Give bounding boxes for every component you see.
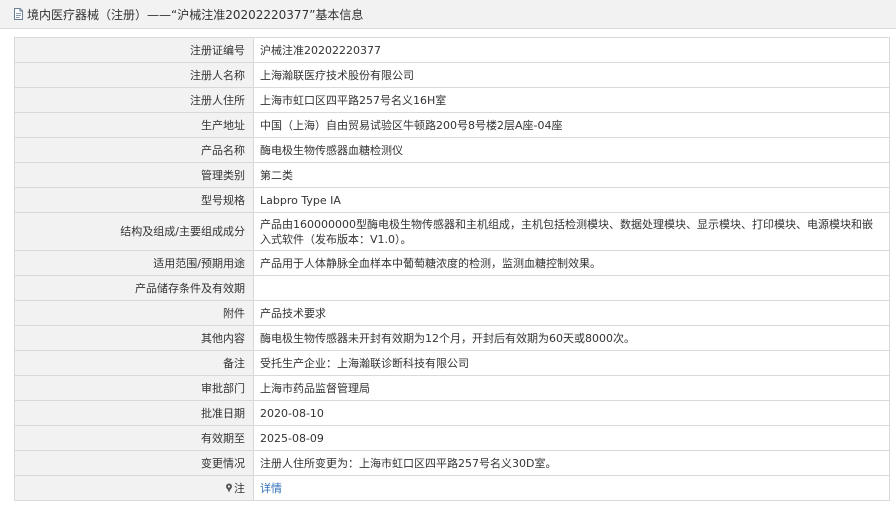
row-label: 产品储存条件及有效期 [14, 275, 254, 301]
note-label-cell: 注 [14, 475, 254, 501]
row-value: 上海市虹口区四平路257号名义16H室 [253, 87, 890, 113]
row-label: 生产地址 [14, 112, 254, 138]
document-icon [14, 8, 23, 20]
detail-table: 注册证编号 沪械注准20202220377 注册人名称 上海瀚联医疗技术股份有限… [14, 37, 890, 501]
table-row: 产品储存条件及有效期 [14, 275, 890, 301]
table-row: 附件 产品技术要求 [14, 300, 890, 326]
row-label: 批准日期 [14, 400, 254, 426]
table-row: 型号规格 Labpro Type IA [14, 187, 890, 213]
table-row: 其他内容 酶电极生物传感器未开封有效期为12个月，开封后有效期为60天或8000… [14, 325, 890, 351]
table-row: 变更情况 注册人住所变更为：上海市虹口区四平路257号名义30D室。 [14, 450, 890, 476]
table-row: 注册人住所 上海市虹口区四平路257号名义16H室 [14, 87, 890, 113]
row-value [253, 275, 890, 301]
row-value: 沪械注准20202220377 [253, 37, 890, 63]
row-label: 结构及组成/主要组成成分 [14, 212, 254, 251]
row-value: 2020-08-10 [253, 400, 890, 426]
row-label: 有效期至 [14, 425, 254, 451]
row-label: 管理类别 [14, 162, 254, 188]
row-label: 其他内容 [14, 325, 254, 351]
details-link[interactable]: 详情 [260, 482, 282, 495]
row-value: 第二类 [253, 162, 890, 188]
table-row: 管理类别 第二类 [14, 162, 890, 188]
row-label: 适用范围/预期用途 [14, 250, 254, 276]
row-value: 上海市药品监督管理局 [253, 375, 890, 401]
row-value: Labpro Type IA [253, 187, 890, 213]
row-label: 注册人名称 [14, 62, 254, 88]
row-value: 产品用于人体静脉全血样本中葡萄糖浓度的检测，监测血糖控制效果。 [253, 250, 890, 276]
table-row: 产品名称 酶电极生物传感器血糖检测仪 [14, 137, 890, 163]
row-label: 审批部门 [14, 375, 254, 401]
note-label: 注 [234, 481, 245, 495]
table-row: 适用范围/预期用途 产品用于人体静脉全血样本中葡萄糖浓度的检测，监测血糖控制效果… [14, 250, 890, 276]
row-label: 注册人住所 [14, 87, 254, 113]
table-row: 审批部门 上海市药品监督管理局 [14, 375, 890, 401]
page-header: 境内医疗器械（注册）——“沪械注准20202220377”基本信息 [0, 0, 896, 29]
note-value-cell: 详情 [253, 475, 890, 501]
row-label: 产品名称 [14, 137, 254, 163]
row-label: 备注 [14, 350, 254, 376]
row-label: 注册证编号 [14, 37, 254, 63]
row-value: 中国（上海）自由贸易试验区牛顿路200号8号楼2层A座-04座 [253, 112, 890, 138]
row-value: 上海瀚联医疗技术股份有限公司 [253, 62, 890, 88]
row-value: 产品由160000000型酶电极生物传感器和主机组成，主机包括检测模块、数据处理… [253, 212, 890, 251]
row-label: 型号规格 [14, 187, 254, 213]
row-value: 2025-08-09 [253, 425, 890, 451]
table-row: 生产地址 中国（上海）自由贸易试验区牛顿路200号8号楼2层A座-04座 [14, 112, 890, 138]
table-row: 注册人名称 上海瀚联医疗技术股份有限公司 [14, 62, 890, 88]
row-value: 酶电极生物传感器未开封有效期为12个月，开封后有效期为60天或8000次。 [253, 325, 890, 351]
note-row: 注 详情 [14, 475, 890, 501]
row-label: 变更情况 [14, 450, 254, 476]
table-row: 备注 受托生产企业：上海瀚联诊断科技有限公司 [14, 350, 890, 376]
table-row: 有效期至 2025-08-09 [14, 425, 890, 451]
table-row: 结构及组成/主要组成成分 产品由160000000型酶电极生物传感器和主机组成，… [14, 212, 890, 251]
table-row: 批准日期 2020-08-10 [14, 400, 890, 426]
row-value: 产品技术要求 [253, 300, 890, 326]
pin-icon [226, 483, 232, 492]
table-row: 注册证编号 沪械注准20202220377 [14, 37, 890, 63]
row-label: 附件 [14, 300, 254, 326]
row-value: 酶电极生物传感器血糖检测仪 [253, 137, 890, 163]
row-value: 注册人住所变更为：上海市虹口区四平路257号名义30D室。 [253, 450, 890, 476]
page-title: 境内医疗器械（注册）——“沪械注准20202220377”基本信息 [27, 7, 364, 22]
row-value: 受托生产企业：上海瀚联诊断科技有限公司 [253, 350, 890, 376]
